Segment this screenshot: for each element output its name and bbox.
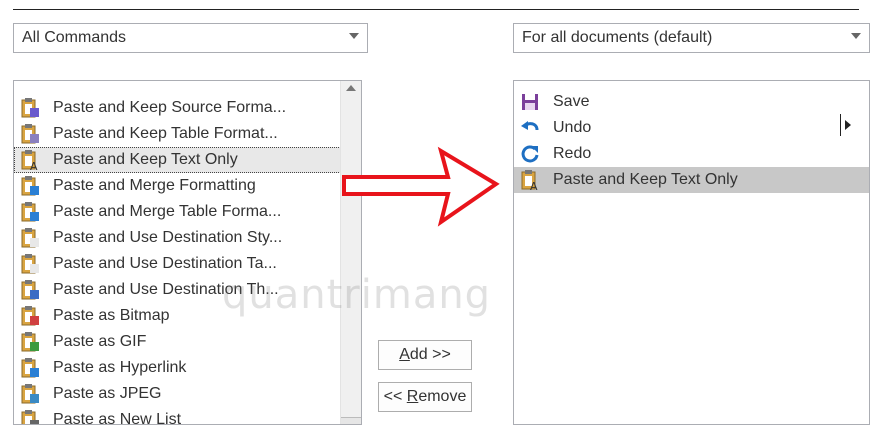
paste-bitmap-icon: [19, 305, 41, 327]
chevron-right-icon: [845, 120, 851, 130]
paste-merge-icon: [19, 175, 41, 197]
command-item-label: Paste and Use Destination Sty...: [53, 229, 283, 246]
separator-expand-button[interactable]: [840, 112, 854, 138]
command-item[interactable]: Paste and Merge Formatting: [14, 173, 341, 199]
customize-toolbar-value: For all documents (default): [522, 29, 713, 46]
toolbar-item[interactable]: Save: [514, 89, 869, 115]
command-item-label: Paste and Merge Formatting: [53, 177, 256, 194]
paste-text-icon: A: [19, 149, 41, 173]
svg-text:A: A: [530, 180, 538, 191]
paste-source-icon: [19, 97, 41, 119]
commands-list[interactable]: Paste as New List Paste as JPEG Paste as H…: [13, 80, 362, 425]
remove-accesskey: R: [406, 388, 419, 405]
remove-button[interactable]: << Remove: [378, 382, 472, 412]
toolbar-item-label: Undo: [553, 119, 592, 136]
paste-jpeg-icon: [19, 383, 41, 405]
undo-icon: [519, 117, 541, 139]
paste-merge-table-icon: [19, 201, 41, 223]
command-item-label: Paste and Use Destination Ta...: [53, 255, 277, 272]
redo-icon: [519, 143, 541, 165]
top-labels-strip: [0, 0, 870, 10]
chevron-down-icon: [349, 33, 359, 39]
command-item[interactable]: Paste as New List: [14, 407, 341, 424]
paste-destination-table-icon: [19, 253, 41, 275]
command-item-label: Paste and Keep Source Forma...: [53, 99, 287, 116]
remove-prefix: <<: [383, 388, 407, 405]
command-item[interactable]: Paste and Use Destination Sty...: [14, 225, 341, 251]
top-divider: [13, 9, 859, 10]
command-item[interactable]: Paste as Hyperlink: [14, 355, 341, 381]
save-icon: [519, 91, 541, 113]
remove-label: emove: [418, 388, 467, 405]
chevron-down-icon: [851, 33, 861, 39]
svg-text:A: A: [30, 160, 38, 171]
customize-toolbar-dropdown[interactable]: For all documents (default): [513, 23, 870, 53]
watermark: quantrimang: [222, 272, 492, 318]
command-item-label: Paste as Bitmap: [53, 307, 170, 324]
command-item-label: Paste and Merge Table Forma...: [53, 203, 282, 220]
scroll-up-icon[interactable]: [346, 85, 356, 91]
paste-table-icon: [19, 123, 41, 145]
toolbar-item[interactable]: Undo: [514, 115, 869, 141]
separator-bar: [840, 114, 841, 136]
paste-hyperlink-icon: [19, 357, 41, 379]
toolbar-item[interactable]: Redo: [514, 141, 869, 167]
paste-text-icon: A: [519, 169, 541, 193]
command-item[interactable]: Paste and Keep Source Forma...: [14, 95, 341, 121]
choose-commands-value: All Commands: [22, 29, 127, 46]
paste-destination-theme-icon: [19, 279, 41, 301]
toolbar-item[interactable]: A Paste and Keep Text Only: [514, 167, 869, 193]
paste-gif-icon: [19, 331, 41, 353]
commands-scrollbar[interactable]: [340, 81, 361, 424]
command-item-label: Paste as Hyperlink: [53, 359, 187, 376]
quick-access-list[interactable]: Save Undo Redo A Paste and Keep Text Only: [513, 80, 870, 425]
add-label: dd >>: [409, 346, 451, 363]
toolbar-item-label: Save: [553, 93, 590, 110]
command-item-label: Paste and Keep Text Only: [53, 151, 238, 168]
command-item[interactable]: Paste and Merge Table Forma...: [14, 199, 341, 225]
add-accesskey: A: [399, 346, 410, 363]
command-item[interactable]: Paste as GIF: [14, 329, 341, 355]
choose-commands-dropdown[interactable]: All Commands: [13, 23, 368, 53]
toolbar-item-label: Paste and Keep Text Only: [553, 171, 738, 188]
command-item[interactable]: A Paste and Keep Text Only: [14, 147, 341, 173]
command-item-label: Paste as GIF: [53, 333, 147, 350]
command-item-label: Paste as JPEG: [53, 385, 162, 402]
command-item[interactable]: Paste as JPEG: [14, 381, 341, 407]
add-button[interactable]: Add >>: [378, 340, 472, 370]
toolbar-item-label: Redo: [553, 145, 592, 162]
paste-destination-icon: [19, 227, 41, 249]
command-item[interactable]: Paste and Keep Table Format...: [14, 121, 341, 147]
command-item-label: Paste and Keep Table Format...: [53, 125, 278, 142]
